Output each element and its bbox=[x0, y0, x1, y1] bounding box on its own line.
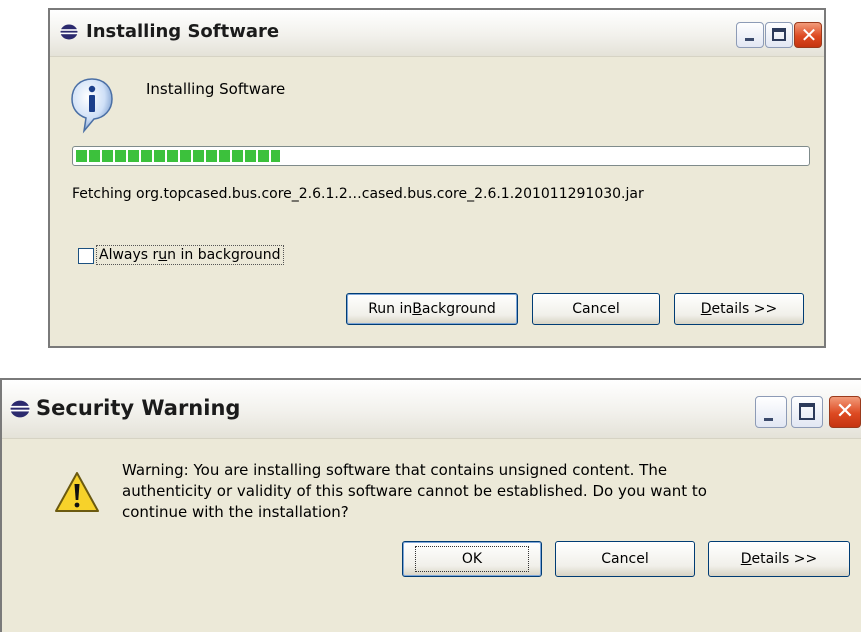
run-in-background-button[interactable]: Run in Background bbox=[346, 293, 518, 325]
maximize-icon bbox=[799, 403, 815, 420]
cancel-button[interactable]: Cancel bbox=[555, 541, 695, 577]
security-warning-dialog: Security Warning ✕ Warning: You are inst… bbox=[0, 378, 861, 632]
minimize-button[interactable] bbox=[755, 396, 787, 428]
progress-bar bbox=[72, 146, 810, 166]
details-button[interactable]: Details >> bbox=[674, 293, 804, 325]
close-button[interactable]: ✕ bbox=[829, 396, 861, 428]
dialog-heading: Installing Software bbox=[146, 80, 286, 98]
cancel-button[interactable]: Cancel bbox=[532, 293, 660, 325]
status-text: Fetching org.topcased.bus.core_2.6.1.2…c… bbox=[72, 186, 644, 202]
eclipse-icon bbox=[60, 24, 78, 40]
minimize-button[interactable] bbox=[736, 22, 764, 48]
maximize-button[interactable] bbox=[791, 396, 823, 428]
details-button[interactable]: Details >> bbox=[708, 541, 850, 577]
info-icon bbox=[71, 78, 113, 134]
maximize-button[interactable] bbox=[765, 22, 793, 48]
minimize-icon bbox=[764, 418, 773, 421]
warning-message: Warning: You are installing software tha… bbox=[122, 460, 842, 523]
warning-line: authenticity or validity of this softwar… bbox=[122, 482, 707, 500]
progress-fill bbox=[76, 150, 281, 162]
title-bar[interactable]: Security Warning ✕ bbox=[2, 380, 861, 439]
title-bar[interactable]: Installing Software ✕ bbox=[50, 10, 824, 57]
always-run-in-background-checkbox[interactable] bbox=[78, 248, 94, 264]
warning-icon bbox=[55, 472, 99, 512]
close-icon: ✕ bbox=[800, 23, 818, 47]
ok-label: OK bbox=[414, 546, 530, 572]
warning-line: Warning: You are installing software tha… bbox=[122, 461, 668, 479]
window-title: Installing Software bbox=[86, 21, 280, 42]
installing-software-dialog: Installing Software ✕ Installing Softwar… bbox=[48, 8, 826, 348]
checkbox-label[interactable]: Always run in background bbox=[96, 245, 284, 265]
eclipse-icon bbox=[10, 400, 30, 418]
minimize-icon bbox=[745, 38, 754, 41]
warning-line: continue with the installation? bbox=[122, 503, 349, 521]
ok-button[interactable]: OK bbox=[402, 541, 542, 577]
close-button[interactable]: ✕ bbox=[794, 22, 822, 48]
maximize-icon bbox=[772, 28, 786, 41]
close-icon: ✕ bbox=[835, 399, 855, 424]
window-title: Security Warning bbox=[36, 396, 241, 420]
